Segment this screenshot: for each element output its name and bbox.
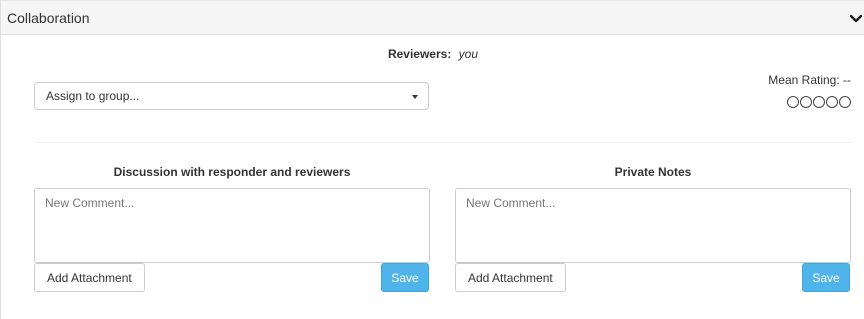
reviewers-line: Reviewers: you: [1, 47, 864, 61]
rating-circle-1-icon[interactable]: [787, 96, 799, 108]
discussion-heading: Discussion with responder and reviewers: [113, 165, 351, 179]
assign-group-value: Assign to group...: [46, 89, 140, 103]
private-notes-heading: Private Notes: [614, 165, 692, 179]
rating-circle-5-icon[interactable]: [839, 96, 851, 108]
rating-circles[interactable]: [787, 96, 851, 108]
reviewers-label: Reviewers:: [387, 47, 452, 61]
discussion-save-button[interactable]: Save: [381, 263, 429, 292]
private-notes-add-attachment-button[interactable]: Add Attachment: [455, 263, 566, 292]
mean-rating: Mean Rating: --: [768, 73, 851, 87]
section-divider: [34, 142, 852, 143]
discussion-add-attachment-button[interactable]: Add Attachment: [34, 263, 145, 292]
panel-header[interactable]: Collaboration: [1, 0, 864, 35]
private-notes-save-button[interactable]: Save: [802, 263, 850, 292]
chevron-down-icon[interactable]: [849, 14, 863, 24]
rating-circle-2-icon[interactable]: [800, 96, 812, 108]
reviewers-value: you: [458, 47, 479, 61]
private-notes-comment-input[interactable]: [455, 188, 851, 263]
assign-group-select[interactable]: Assign to group...: [34, 82, 429, 110]
caret-down-icon: [412, 95, 418, 99]
rating-circle-3-icon[interactable]: [813, 96, 825, 108]
panel-title: Collaboration: [7, 10, 90, 26]
rating-circle-4-icon[interactable]: [826, 96, 838, 108]
discussion-comment-input[interactable]: [34, 188, 430, 263]
collaboration-panel: Collaboration Reviewers: you Assign to g…: [0, 0, 864, 319]
